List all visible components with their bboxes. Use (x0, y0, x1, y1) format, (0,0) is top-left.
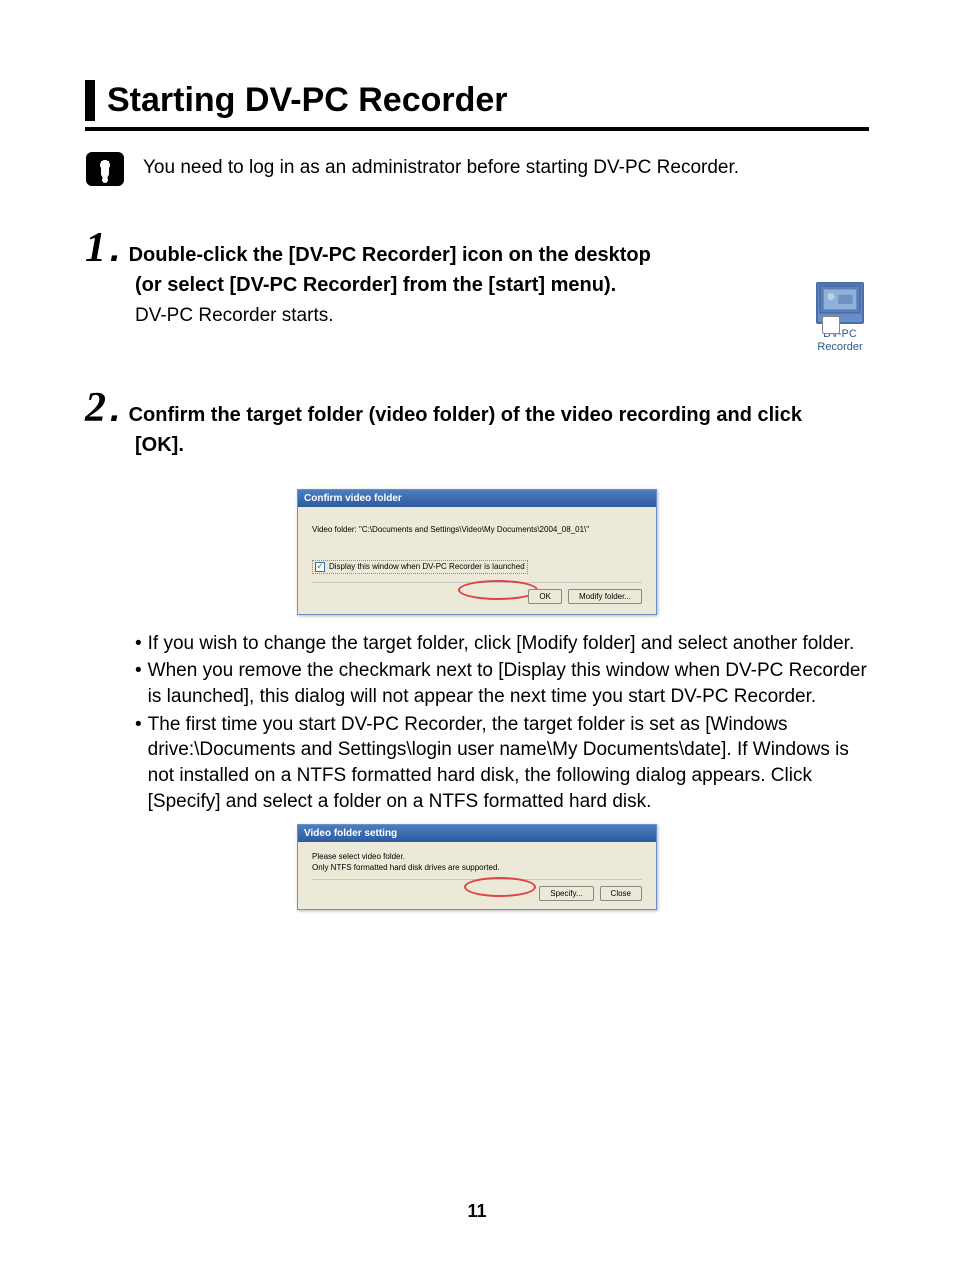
caution-block: You need to log in as an administrator b… (85, 151, 869, 187)
dialog-2-wrapper: Video folder setting Please select video… (85, 824, 869, 910)
page-number: 11 (0, 1201, 954, 1222)
step-2-number: 2 (85, 387, 106, 429)
highlight-circle-icon (464, 877, 536, 897)
bullet-dot-icon: • (135, 631, 142, 657)
dialog-2-line1: Please select video folder. (312, 852, 642, 862)
dialog-2-line2: Only NTFS formatted hard disk drives are… (312, 863, 642, 873)
title-section: Starting DV-PC Recorder (85, 80, 869, 121)
bullet-1: • If you wish to change the target folde… (135, 631, 869, 657)
step-1-line2: (or select [DV-PC Recorder] from the [st… (135, 271, 869, 299)
checkbox-icon: ✓ (315, 562, 325, 572)
dialog-1-checkbox-label: Display this window when DV-PC Recorder … (329, 562, 525, 571)
highlight-circle-icon (458, 580, 538, 600)
modify-folder-button[interactable]: Modify folder... (568, 589, 642, 604)
close-button[interactable]: Close (600, 886, 642, 901)
page-title: Starting DV-PC Recorder (107, 80, 869, 121)
step-dot: . (110, 230, 121, 268)
bullet-3-text: The first time you start DV-PC Recorder,… (148, 712, 869, 815)
step-1-line1: Double-click the [DV-PC Recorder] icon o… (129, 241, 869, 269)
video-folder-setting-dialog: Video folder setting Please select video… (297, 824, 657, 910)
specify-button[interactable]: Specify... (539, 886, 593, 901)
step-1-number: 1 (85, 227, 106, 269)
step-2-line2: [OK]. (135, 431, 869, 459)
caution-text: You need to log in as an administrator b… (143, 151, 739, 182)
bullet-2-text: When you remove the checkmark next to [D… (148, 658, 869, 709)
desktop-icon-label: DV-PC Recorder (806, 328, 874, 354)
confirm-video-folder-dialog: Confirm video folder Video folder: "C:\D… (297, 489, 657, 615)
title-underline (85, 127, 869, 131)
bullet-list: • If you wish to change the target folde… (135, 631, 869, 814)
step-2-line1: Confirm the target folder (video folder)… (129, 401, 869, 429)
bullet-1-text: If you wish to change the target folder,… (148, 631, 869, 657)
dialog-1-title: Confirm video folder (298, 490, 656, 507)
bullet-dot-icon: • (135, 658, 142, 709)
bullet-3: • The first time you start DV-PC Recorde… (135, 712, 869, 815)
dvpc-recorder-icon (816, 282, 864, 324)
caution-icon (85, 151, 125, 187)
step-2: 2 . Confirm the target folder (video fol… (85, 387, 869, 459)
dialog-2-title: Video folder setting (298, 825, 656, 842)
dialog-1-wrapper: Confirm video folder Video folder: "C:\D… (85, 489, 869, 615)
bullet-2: • When you remove the checkmark next to … (135, 658, 869, 709)
dialog-1-checkbox-row[interactable]: ✓ Display this window when DV-PC Recorde… (312, 560, 528, 574)
step-1: 1 . Double-click the [DV-PC Recorder] ic… (85, 227, 869, 327)
bullet-dot-icon: • (135, 712, 142, 815)
desktop-shortcut-icon[interactable]: DV-PC Recorder (806, 282, 874, 354)
step-dot: . (110, 390, 121, 428)
dialog-1-body: Video folder: "C:\Documents and Settings… (312, 525, 642, 534)
step-1-sub: DV-PC Recorder starts. (135, 305, 869, 327)
ok-button[interactable]: OK (528, 589, 562, 604)
